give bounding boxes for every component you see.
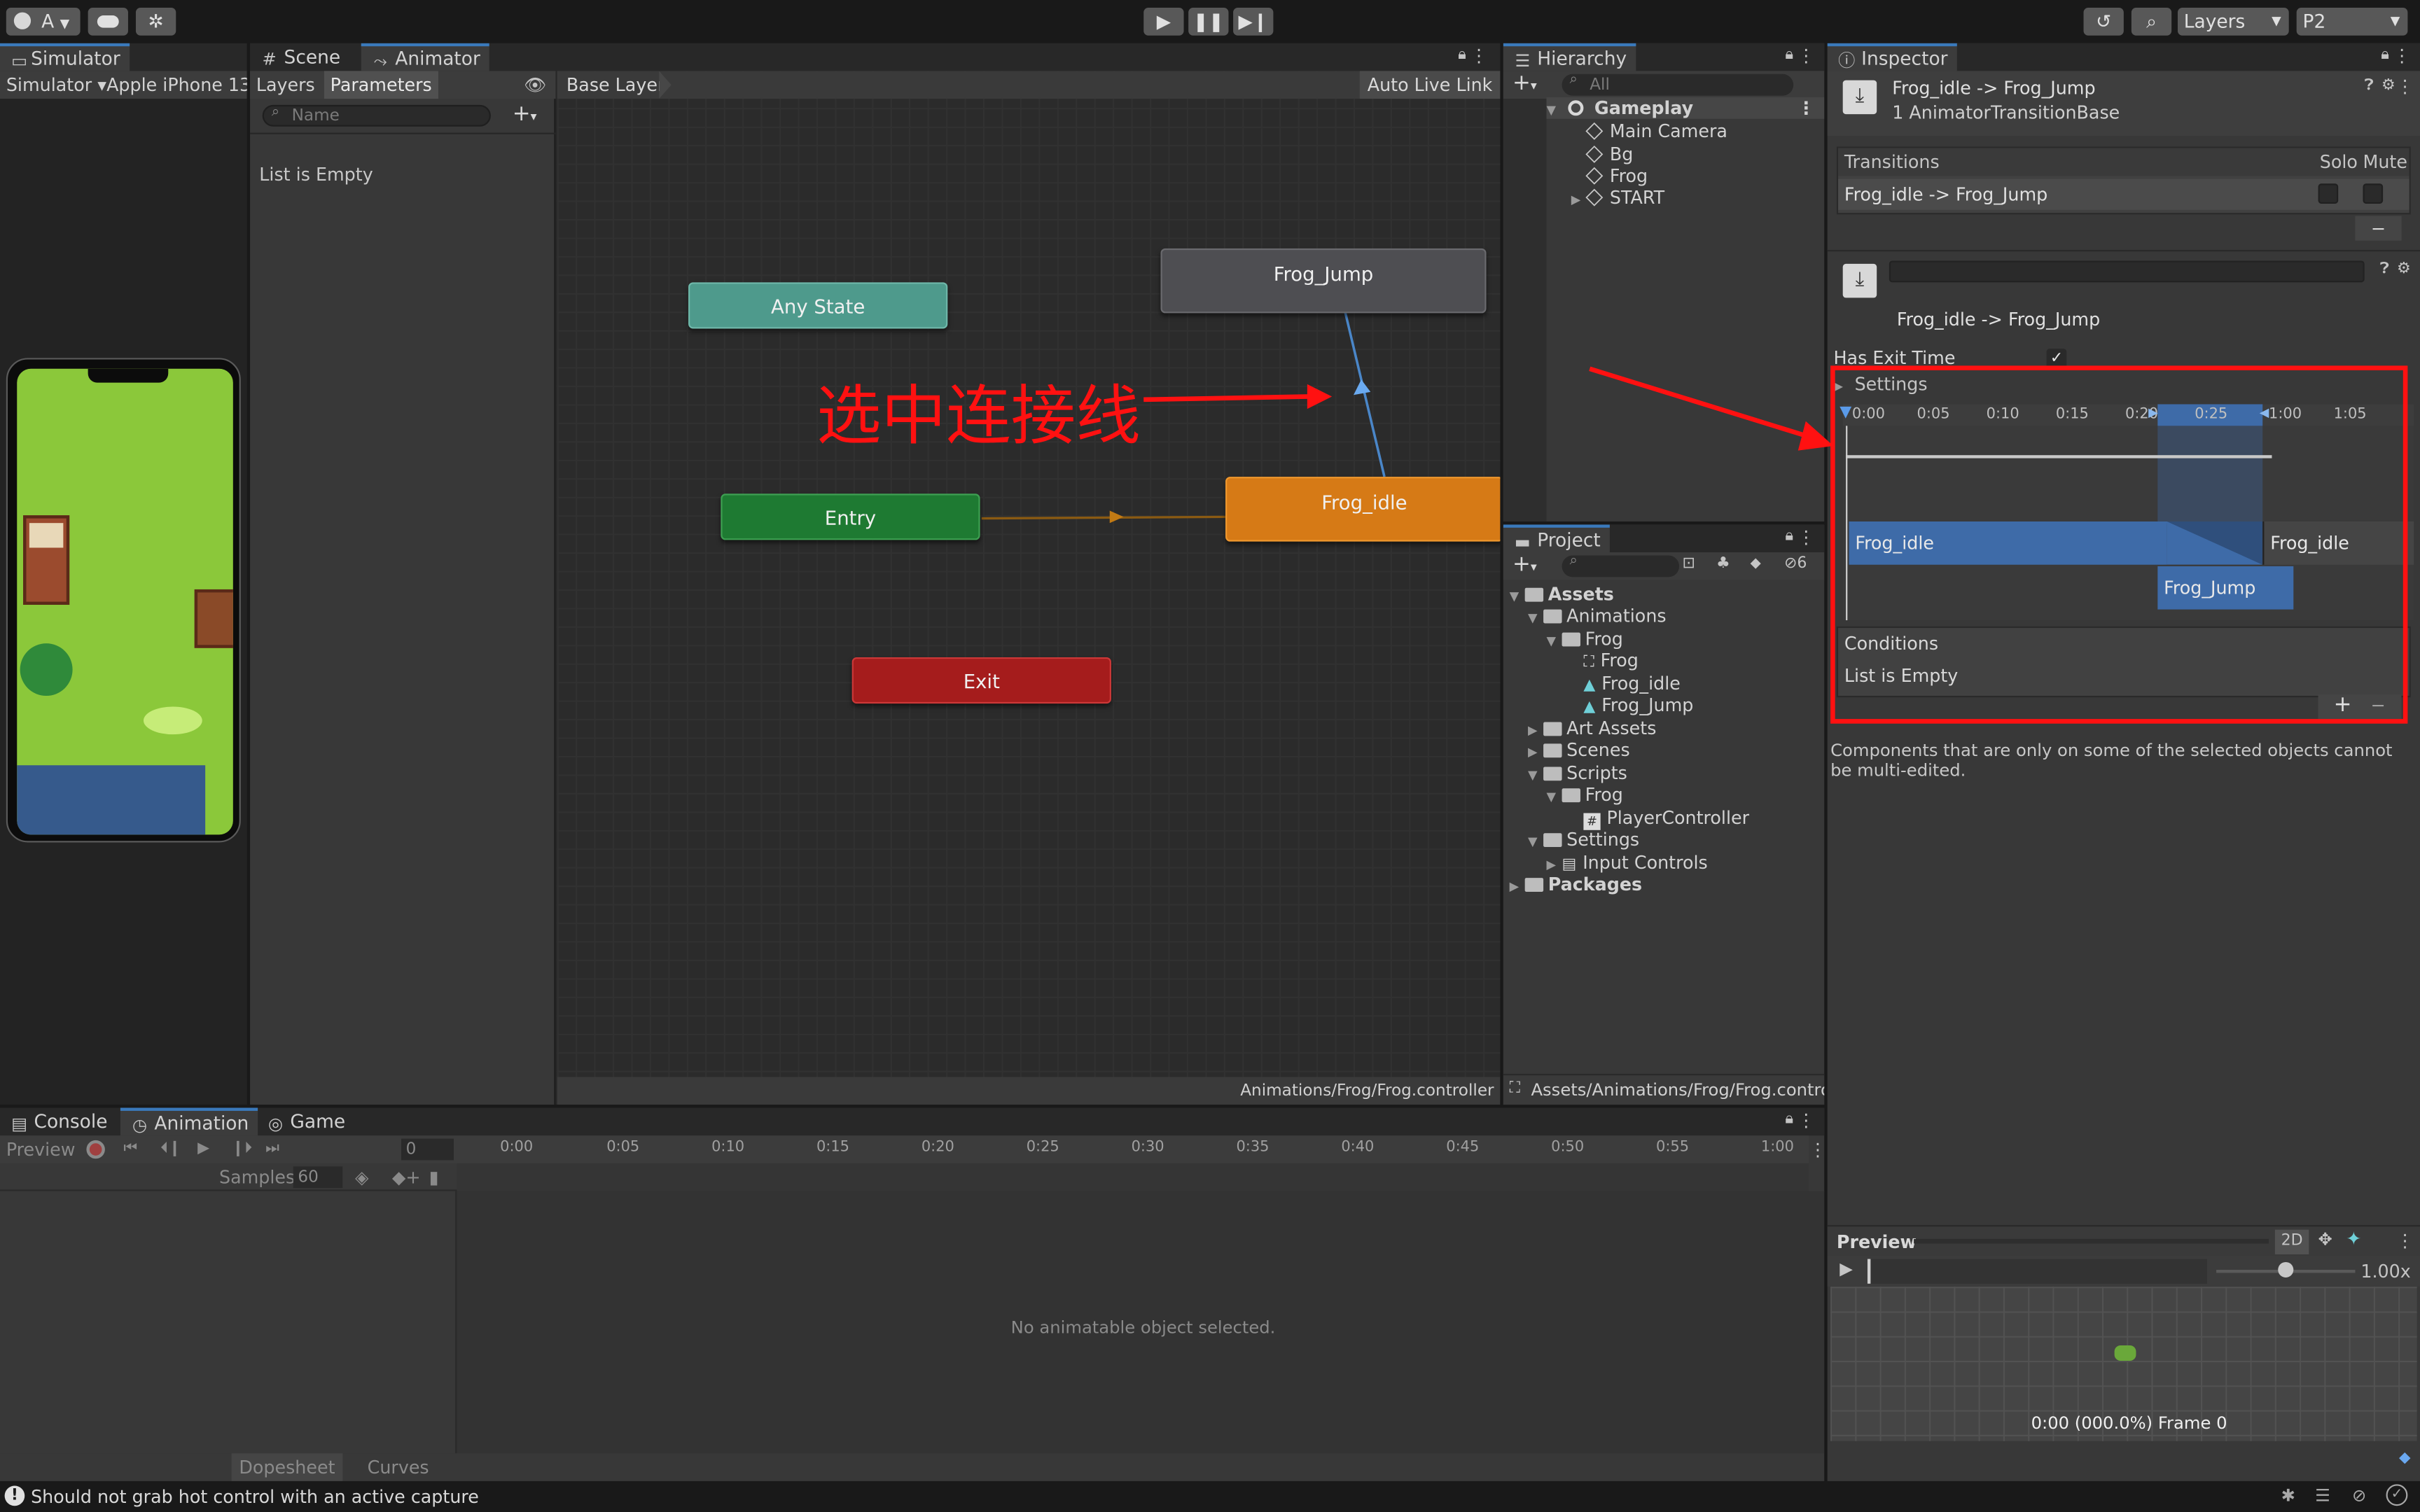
annotation-arrow-to-inspector <box>1589 366 1834 451</box>
